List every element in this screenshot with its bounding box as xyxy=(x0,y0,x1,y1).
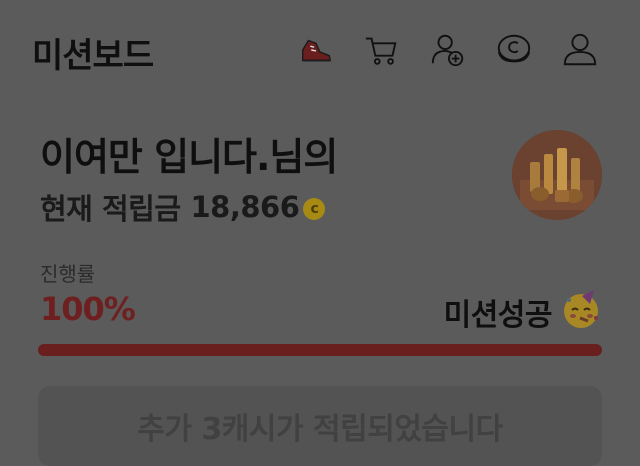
points-value: 18,866 xyxy=(190,190,300,224)
progress-label: 진행률 xyxy=(40,262,96,286)
page-title: 미션보드 xyxy=(32,36,154,76)
user-greeting: 이여만 입니다.님의 xyxy=(40,135,338,179)
notice-banner: 추가 3캐시가 적립되었습니다 xyxy=(38,386,602,466)
sneaker-icon[interactable] xyxy=(296,30,336,70)
points-label: 현재 적립금 xyxy=(40,192,181,226)
avatar[interactable] xyxy=(512,130,602,220)
cart-icon[interactable] xyxy=(362,30,402,70)
mission-status: 미션성공 xyxy=(443,298,553,333)
add-friend-icon[interactable] xyxy=(428,30,468,70)
progress-bar-fill xyxy=(38,344,602,356)
progress-bar xyxy=(38,344,602,356)
notice-text: 추가 3캐시가 적립되었습니다 xyxy=(137,412,503,447)
header: 미션보드 xyxy=(0,0,640,100)
points-summary: 현재 적립금 18,866 c xyxy=(40,186,326,228)
coin-icon: c xyxy=(303,198,326,220)
header-icons xyxy=(296,30,600,70)
cash-icon[interactable] xyxy=(494,30,534,70)
profile-icon[interactable] xyxy=(560,30,600,70)
party-face-icon xyxy=(560,288,602,330)
progress-value: 100% xyxy=(40,290,136,328)
